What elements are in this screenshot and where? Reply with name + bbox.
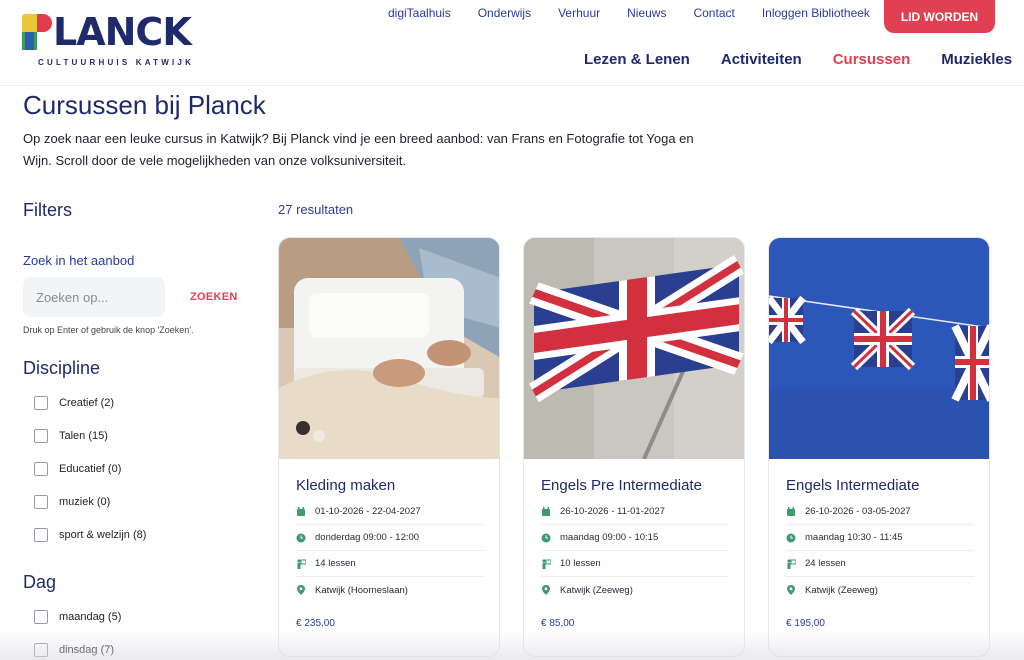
topnav-digitaalhuis[interactable]: digiTaalhuis [388,6,451,20]
mainnav-lezen-lenen[interactable]: Lezen & Lenen [584,51,690,68]
discipline-heading: Discipline [23,358,101,378]
filter-option-sport-welzijn[interactable]: sport & welzijn (8) [34,528,146,542]
course-dates: 26-10-2026 - 03-05-2027 [786,499,974,525]
topnav-verhuur[interactable]: Verhuur [558,6,600,20]
result-count: 27 resultaten [278,202,354,217]
course-lessons: 10 lessen [541,551,729,577]
filter-option-educatief[interactable]: Educatief (0) [34,462,121,476]
search-label: Zoek in het aanbod [23,253,135,268]
course-lessons: 24 lessen [786,551,974,577]
course-title[interactable]: Kleding maken [296,477,395,494]
course-time: maandag 09:00 - 10:15 [541,525,729,551]
course-location: Katwijk (Zeeweg) [786,577,974,603]
calendar-icon [296,506,306,517]
logo-text: LANCK [53,10,192,54]
calendar-icon [541,506,551,517]
course-image-union-jack-flag [524,238,744,459]
clock-icon [541,533,551,543]
mainnav-cursussen[interactable]: Cursussen [833,51,911,68]
course-title[interactable]: Engels Pre Intermediate [541,477,702,494]
mainnav-muziekles[interactable]: Muziekles [941,51,1012,68]
course-location: Katwijk (Hoorneslaan) [296,577,484,603]
logo-wordmark: LANCK [22,10,194,54]
map-pin-icon [786,585,796,595]
course-time: maandag 10:30 - 11:45 [786,525,974,551]
filter-option-talen[interactable]: Talen (15) [34,429,108,443]
checkbox[interactable] [34,462,48,476]
course-dates: 26-10-2026 - 11-01-2027 [541,499,729,525]
course-price: € 85,00 [541,618,575,629]
page-intro: Op zoek naar een leuke cursus in Katwijk… [23,131,694,168]
topnav-nieuws[interactable]: Nieuws [627,6,666,20]
course-location: Katwijk (Zeeweg) [541,577,729,603]
course-title[interactable]: Engels Intermediate [786,477,919,494]
checkbox[interactable] [34,429,48,443]
lid-worden-button[interactable]: LID WORDEN [884,0,995,33]
search-hint: Druk op Enter of gebruik de knop 'Zoeken… [23,325,194,335]
topnav-contact[interactable]: Contact [693,6,734,20]
checkbox[interactable] [34,396,48,410]
teacher-icon [786,558,796,569]
dag-heading: Dag [23,572,57,592]
course-card[interactable]: Kleding maken 01-10-2026 - 22-04-2027 do… [278,237,500,657]
page-title: Cursussen bij Planck [23,90,266,120]
filter-option-maandag[interactable]: maandag (5) [34,610,121,624]
map-pin-icon [296,585,306,595]
clock-icon [786,533,796,543]
course-image-bunting-flags [769,238,989,459]
checkbox[interactable] [34,610,48,624]
filter-option-dinsdag[interactable]: dinsdag (7) [34,643,114,657]
checkbox[interactable] [34,528,48,542]
topnav-inloggen-bibliotheek[interactable]: Inloggen Bibliotheek [762,6,870,20]
site-header: LANCK CULTUURHUIS KATWIJK digiTaalhuis O… [0,0,1024,86]
course-time: donderdag 09:00 - 12:00 [296,525,484,551]
teacher-icon [296,558,306,569]
mainnav-activiteiten[interactable]: Activiteiten [721,51,802,68]
logo-subtitle: CULTUURHUIS KATWIJK [38,58,195,67]
top-navigation: digiTaalhuis Onderwijs Verhuur Nieuws Co… [388,6,897,20]
topnav-onderwijs[interactable]: Onderwijs [478,6,531,20]
search-button[interactable]: ZOEKEN [190,291,238,303]
course-price: € 235,00 [296,618,335,629]
checkbox[interactable] [34,495,48,509]
filter-option-creatief[interactable]: Creatief (2) [34,396,114,410]
logo-p-mark [22,14,52,50]
course-card[interactable]: Engels Pre Intermediate 26-10-2026 - 11-… [523,237,745,657]
filters-heading: Filters [23,200,72,220]
course-image-sewing [279,238,499,459]
teacher-icon [541,558,551,569]
clock-icon [296,533,306,543]
main-navigation: Lezen & Lenen Activiteiten Cursussen Muz… [584,51,1012,68]
course-card[interactable]: Engels Intermediate 26-10-2026 - 03-05-2… [768,237,990,657]
checkbox[interactable] [34,643,48,657]
map-pin-icon [541,585,551,595]
filter-option-muziek[interactable]: muziek (0) [34,495,110,509]
search-input[interactable] [23,277,165,317]
course-price: € 195,00 [786,618,825,629]
course-dates: 01-10-2026 - 22-04-2027 [296,499,484,525]
calendar-icon [786,506,796,517]
planck-logo[interactable]: LANCK CULTUURHUIS KATWIJK [22,10,195,67]
course-lessons: 14 lessen [296,551,484,577]
